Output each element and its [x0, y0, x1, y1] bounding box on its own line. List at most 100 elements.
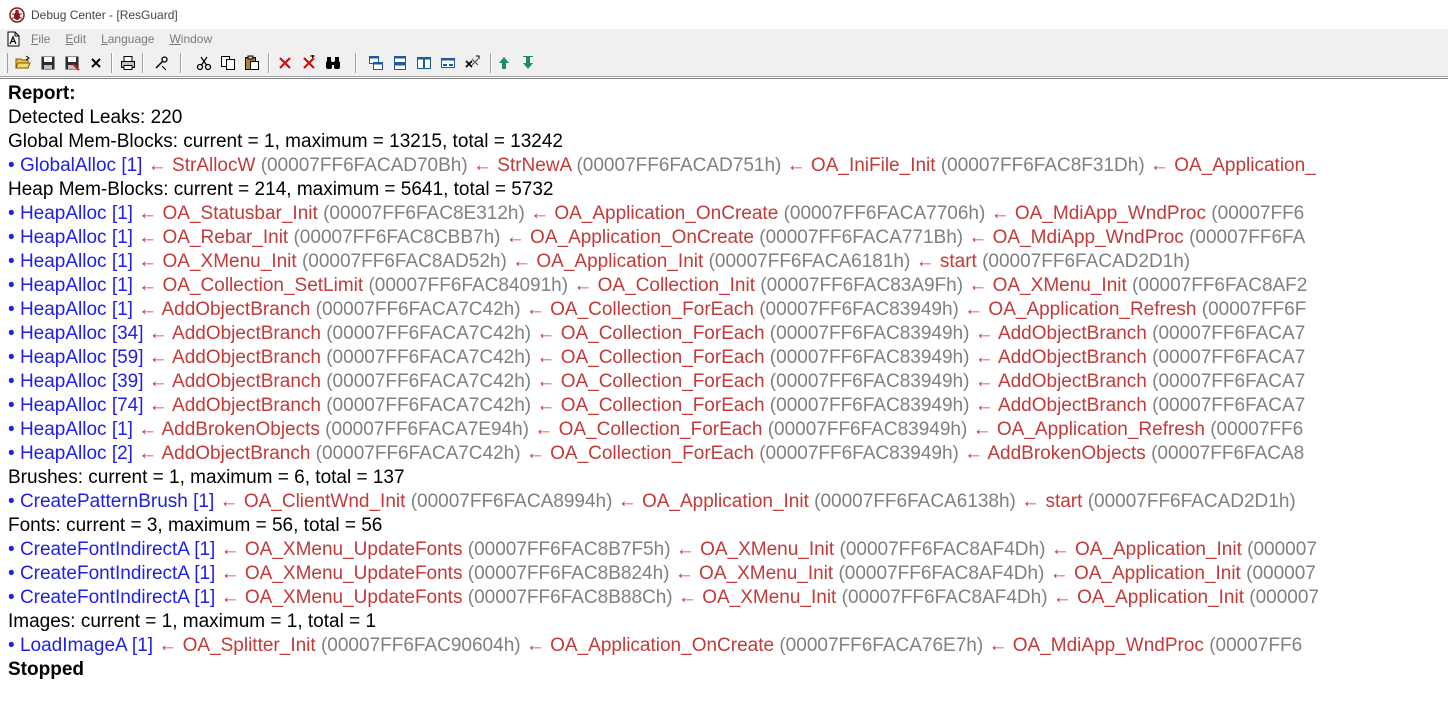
- tile-vertical-icon[interactable]: [414, 53, 434, 73]
- window-title: Debug Center - [ResGuard]: [31, 7, 178, 22]
- report-heading: Stopped: [8, 659, 84, 680]
- caller-function: OA_Application_OnCreate: [550, 635, 775, 656]
- report-summary-line: Brushes: current = 1, maximum = 6, total…: [8, 467, 405, 488]
- bullet-icon: •: [8, 251, 20, 272]
- bullet-icon: •: [8, 227, 20, 248]
- delete-icon[interactable]: [275, 53, 295, 73]
- caller-address: (00007FF6FACA7C42h): [326, 323, 532, 344]
- left-arrow-icon: ←: [215, 563, 245, 584]
- left-arrow-icon: ←: [143, 323, 173, 344]
- caller-function: AddObjectBranch: [997, 395, 1147, 416]
- delete-all-icon[interactable]: [299, 53, 319, 73]
- save-icon[interactable]: [38, 53, 58, 73]
- title-bar: Debug Center - [ResGuard]: [0, 0, 1448, 29]
- caller-function: OA_XMenu_Init: [162, 251, 297, 272]
- caller-function: StrNewA: [497, 155, 572, 176]
- caller-function: OA_Application_Init: [641, 491, 809, 512]
- caller-address: (00007FF6FAC83949h): [759, 443, 959, 464]
- caller-address: (00007FF6FACA7: [1152, 323, 1306, 344]
- cut-icon[interactable]: [194, 53, 214, 73]
- caller-function: OA_Collection_ForEach: [560, 371, 765, 392]
- left-arrow-icon: ←: [531, 323, 561, 344]
- alloc-function: HeapAlloc [34]: [19, 323, 144, 344]
- caller-function: AddObjectBranch: [172, 395, 321, 416]
- caller-address: (00007FF6FAC83949h): [759, 299, 959, 320]
- left-arrow-icon: ←: [1144, 155, 1175, 176]
- alloc-function: HeapAlloc [1]: [19, 251, 133, 272]
- find-icon[interactable]: [323, 53, 343, 73]
- caller-function: AddObjectBranch: [161, 443, 311, 464]
- left-arrow-icon: ←: [500, 227, 531, 248]
- leak-entry: • HeapAlloc [1] ← AddBrokenObjects (0000…: [8, 418, 1319, 442]
- left-arrow-icon: ←: [143, 371, 173, 392]
- left-arrow-icon: ←: [963, 275, 993, 296]
- caller-function: OA_Collection_ForEach: [560, 395, 765, 416]
- caller-address: (00007FF6FACA7C42h): [326, 347, 532, 368]
- arrange-icons-icon[interactable]: [438, 53, 458, 73]
- left-arrow-icon: ←: [969, 323, 998, 344]
- menu-edit[interactable]: Edit: [65, 32, 86, 46]
- caller-address: (00007FF6FACAD70Bh): [260, 155, 468, 176]
- caller-address: (00007FF6FAC8AF4Dh): [838, 563, 1045, 584]
- copy-icon[interactable]: [218, 53, 238, 73]
- arrow-down-icon[interactable]: [518, 53, 538, 73]
- save-as-icon[interactable]: [62, 53, 82, 73]
- left-arrow-icon: ←: [531, 395, 561, 416]
- left-arrow-icon: ←: [568, 275, 598, 296]
- tile-horizontal-icon[interactable]: [390, 53, 410, 73]
- menu-window[interactable]: Window: [169, 32, 212, 46]
- caller-function: OA_Application_OnCreate: [530, 227, 754, 248]
- caller-function: OA_XMenu_UpdateFonts: [244, 539, 463, 560]
- print-icon[interactable]: [118, 53, 138, 73]
- alloc-function: CreateFontIndirectA [1]: [19, 539, 216, 560]
- tile-cascade-icon[interactable]: [366, 53, 386, 73]
- caller-address: (00007FF6FAC8AF2: [1132, 275, 1308, 296]
- caller-function: OA_XMenu_UpdateFonts: [244, 563, 463, 584]
- alloc-function: GlobalAlloc [1]: [19, 155, 143, 176]
- menu-file[interactable]: File: [31, 32, 50, 46]
- open-folder-icon[interactable]: [13, 53, 33, 73]
- left-arrow-icon: ←: [520, 635, 551, 656]
- left-arrow-icon: ←: [215, 587, 245, 608]
- caller-address: (00007FF6FAC83949h): [767, 419, 968, 440]
- alloc-function: HeapAlloc [59]: [19, 347, 144, 368]
- caller-address: (00007FF6FACA7: [1152, 347, 1306, 368]
- menu-file-label: ile: [38, 32, 51, 46]
- caller-address: (00007FF6FAC83949h): [769, 395, 970, 416]
- toolbar: [0, 49, 1448, 77]
- settings-tool-icon[interactable]: [151, 53, 171, 73]
- caller-function: AddObjectBranch: [172, 371, 321, 392]
- close-all-icon[interactable]: [462, 53, 482, 73]
- left-arrow-icon: ←: [669, 563, 700, 584]
- caller-function: OA_Application_Init: [1073, 563, 1241, 584]
- alloc-function: HeapAlloc [74]: [19, 395, 144, 416]
- left-arrow-icon: ←: [969, 371, 998, 392]
- toolbar-grip[interactable]: [4, 53, 8, 73]
- left-arrow-icon: ←: [985, 203, 1015, 224]
- menu-window-mnemonic: W: [169, 32, 181, 46]
- close-x-icon[interactable]: [86, 53, 106, 73]
- bullet-icon: •: [8, 347, 20, 368]
- menu-window-label: indow: [180, 32, 213, 46]
- paste-icon[interactable]: [242, 53, 262, 73]
- bullet-icon: •: [8, 275, 20, 296]
- caller-function: AddObjectBranch: [172, 347, 321, 368]
- leak-entry: • HeapAlloc [39] ← AddObjectBranch (0000…: [8, 370, 1319, 394]
- caller-address: (00007FF6FACAD2D1h): [982, 251, 1191, 272]
- document-icon[interactable]: [7, 31, 21, 47]
- report-heading: Report:: [8, 83, 76, 104]
- caller-address: (00007FF6FACA8994h): [410, 491, 613, 512]
- alloc-function: HeapAlloc [1]: [19, 299, 133, 320]
- caller-function: OA_Application_OnCreate: [554, 203, 779, 224]
- left-arrow-icon: ←: [969, 347, 998, 368]
- report-view[interactable]: Report: Detected Leaks: 220 Global Mem-Blo…: [0, 78, 1448, 715]
- left-arrow-icon: ←: [132, 251, 163, 272]
- left-arrow-icon: ←: [132, 203, 163, 224]
- left-arrow-icon: ←: [214, 491, 244, 512]
- arrow-up-icon[interactable]: [494, 53, 514, 73]
- left-arrow-icon: ←: [132, 419, 162, 440]
- menu-language[interactable]: Language: [101, 32, 154, 46]
- leak-entry: • HeapAlloc [34] ← AddObjectBranch (0000…: [8, 322, 1319, 346]
- alloc-function: CreatePatternBrush [1]: [19, 491, 215, 512]
- left-arrow-icon: ←: [1045, 539, 1075, 560]
